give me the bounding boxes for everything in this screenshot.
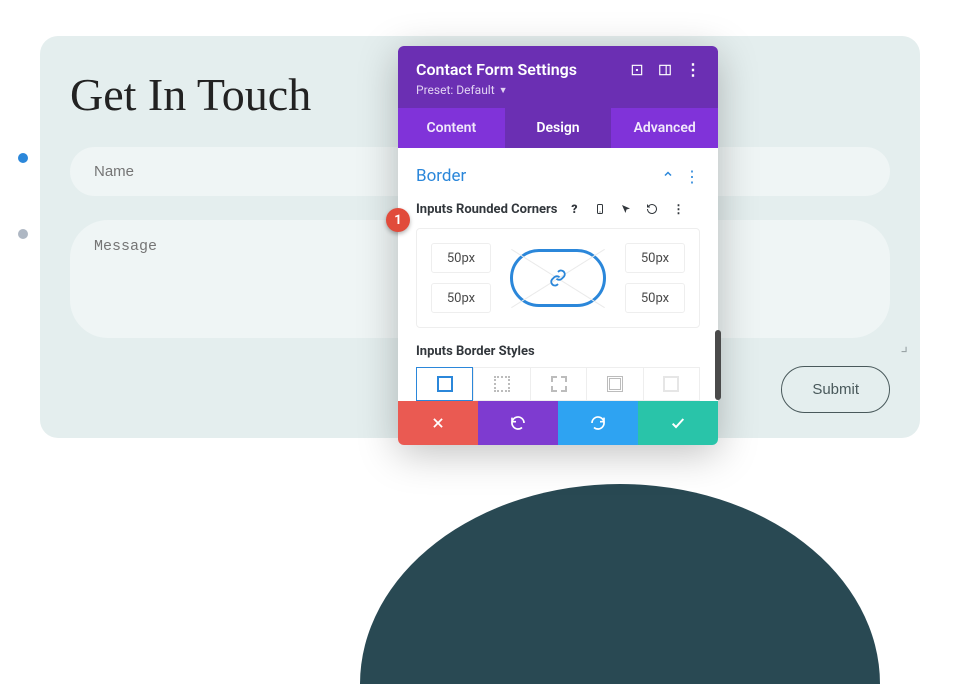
link-corners-toggle[interactable] <box>510 249 606 307</box>
modal-tabs: Content Design Advanced <box>398 108 718 148</box>
undo-button[interactable] <box>478 401 558 445</box>
border-styles-row <box>416 367 700 401</box>
modal-footer <box>398 401 718 445</box>
chevron-down-icon: ▼ <box>499 85 508 96</box>
corners-panel: 50px 50px 50px 50px <box>416 228 700 328</box>
border-style-dotted[interactable] <box>473 367 529 401</box>
rounded-corners-label: Inputs Rounded Corners <box>416 202 557 217</box>
tab-advanced[interactable]: Advanced <box>611 108 718 148</box>
corner-top-left[interactable]: 50px <box>431 243 491 273</box>
redo-button[interactable] <box>558 401 638 445</box>
textarea-resize-handle[interactable]: ⌟ <box>901 336 909 355</box>
page-hint-badge-1 <box>16 151 30 165</box>
border-style-dashed[interactable] <box>530 367 586 401</box>
device-icon[interactable] <box>591 200 609 218</box>
corner-top-right[interactable]: 50px <box>625 243 685 273</box>
tab-content[interactable]: Content <box>398 108 505 148</box>
collapse-icon[interactable] <box>662 168 674 184</box>
rounded-corners-row: Inputs Rounded Corners ? ⋮ <box>416 200 700 218</box>
modal-header: Contact Form Settings ⋮ Preset: Default … <box>398 46 718 108</box>
settings-modal: 1 Contact Form Settings ⋮ Preset: Defaul… <box>398 46 718 445</box>
corner-bottom-left[interactable]: 50px <box>431 283 491 313</box>
scrollbar-thumb[interactable] <box>715 330 721 400</box>
section-title-border[interactable]: Border <box>416 166 466 186</box>
border-styles-label: Inputs Border Styles <box>416 344 700 359</box>
page-hint-badge-2 <box>16 227 30 241</box>
decorative-arc <box>360 484 880 684</box>
reset-icon[interactable] <box>643 200 661 218</box>
check-icon <box>670 415 686 431</box>
more-icon[interactable]: ⋮ <box>686 63 700 77</box>
border-style-double[interactable] <box>586 367 642 401</box>
corner-bottom-right[interactable]: 50px <box>625 283 685 313</box>
hover-icon[interactable] <box>617 200 635 218</box>
save-button[interactable] <box>638 401 718 445</box>
annotation-badge: 1 <box>386 208 410 232</box>
modal-body: Border ⋮ Inputs Rounded Corners ? ⋮ <box>398 148 718 401</box>
modal-title: Contact Form Settings <box>416 60 577 79</box>
cancel-button[interactable] <box>398 401 478 445</box>
help-icon[interactable]: ? <box>565 200 583 218</box>
close-icon <box>431 416 445 430</box>
border-style-none[interactable] <box>643 367 700 401</box>
border-style-solid[interactable] <box>416 367 473 401</box>
link-icon <box>549 269 567 287</box>
expand-icon[interactable] <box>630 63 644 77</box>
preset-label: Preset: Default <box>416 83 495 97</box>
preset-dropdown[interactable]: Preset: Default ▼ <box>416 83 508 97</box>
panel-icon[interactable] <box>658 63 672 77</box>
row-more-icon[interactable]: ⋮ <box>669 200 687 218</box>
tab-design[interactable]: Design <box>505 108 612 148</box>
undo-icon <box>510 415 526 431</box>
submit-button[interactable]: Submit <box>781 366 890 413</box>
redo-icon <box>590 415 606 431</box>
section-more-icon[interactable]: ⋮ <box>684 167 700 186</box>
